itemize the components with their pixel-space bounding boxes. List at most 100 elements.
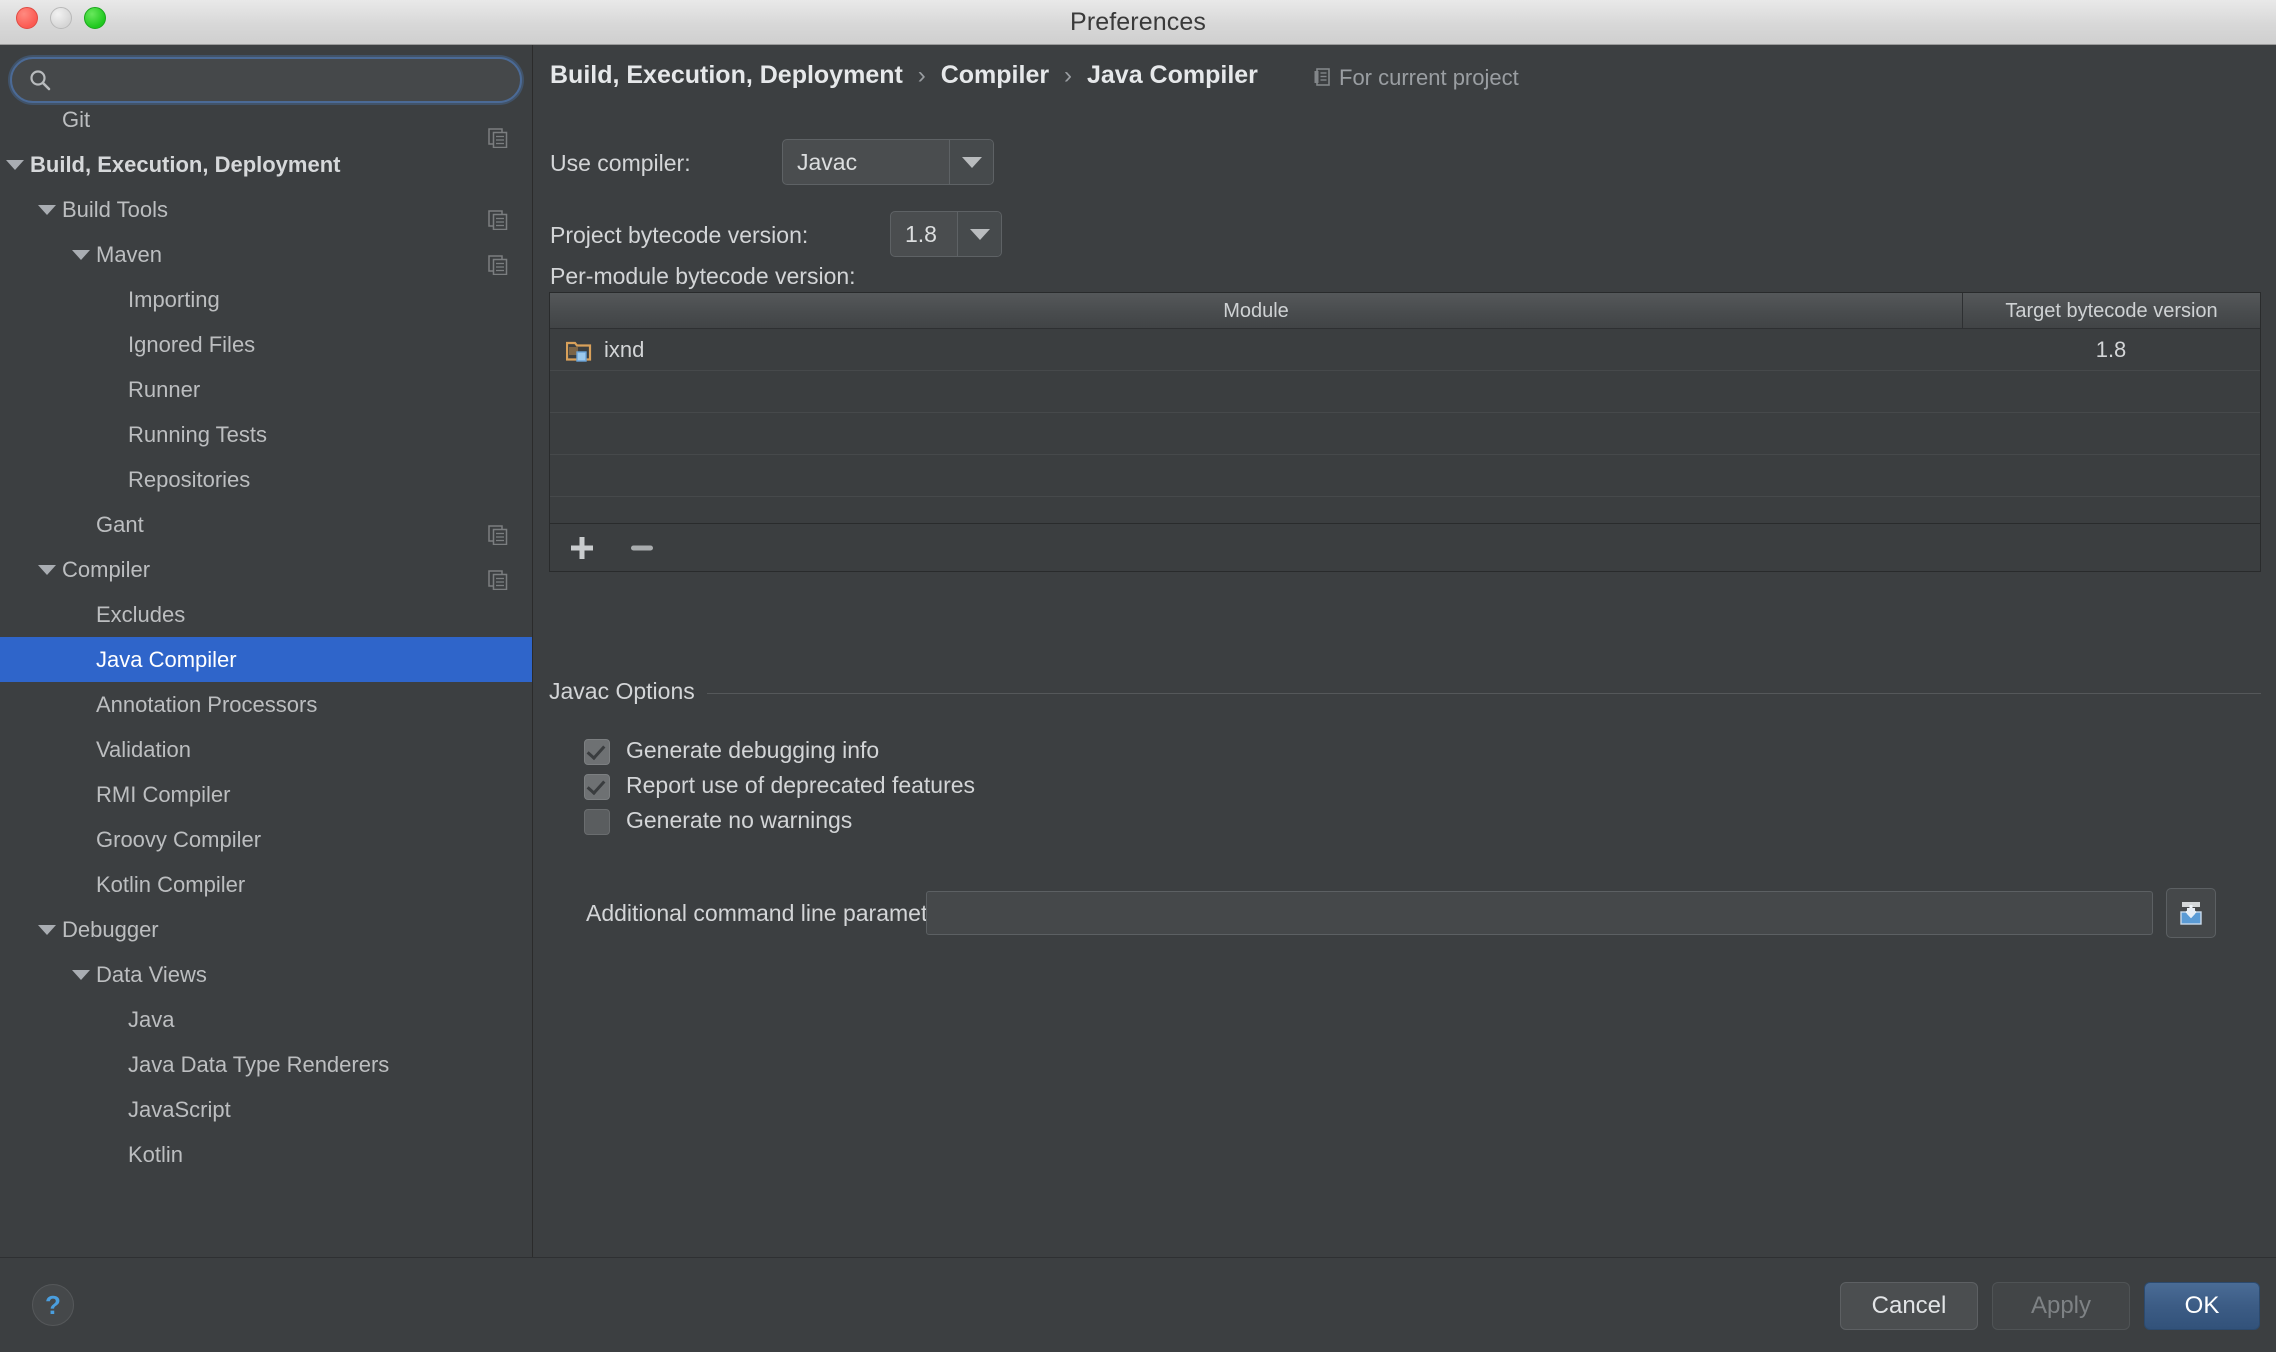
- per-module-table: Module Target bytecode version ixnd 1.8: [549, 292, 2261, 524]
- sidebar-item-java[interactable]: Java: [0, 997, 532, 1042]
- use-compiler-dropdown[interactable]: Javac: [782, 139, 994, 185]
- checkbox-generate-debugging-info-box[interactable]: [584, 739, 610, 765]
- ok-button[interactable]: OK: [2144, 1282, 2260, 1330]
- settings-sidebar: Git Build, Execution, Deployment Build Too…: [0, 45, 533, 1257]
- sidebar-item-label: Kotlin Compiler: [96, 872, 246, 897]
- sidebar-item-git[interactable]: Git: [0, 107, 532, 149]
- sidebar-item-kotlin-compiler[interactable]: Kotlin Compiler: [0, 862, 532, 907]
- sidebar-item-debugger[interactable]: Debugger: [0, 907, 532, 952]
- chevron-down-icon[interactable]: [72, 970, 90, 980]
- per-module-table-header: Module Target bytecode version: [550, 293, 2260, 329]
- sidebar-item-label: Running Tests: [128, 422, 268, 447]
- project-scope-label: For current project: [1339, 65, 1519, 90]
- sidebar-item-label: RMI Compiler: [96, 782, 231, 807]
- use-compiler-label: Use compiler:: [550, 150, 691, 176]
- table-empty-row: [550, 455, 2260, 497]
- sidebar-item-label: Excludes: [96, 602, 186, 627]
- breadcrumb-part-3: Java Compiler: [1087, 61, 1258, 89]
- window-title: Preferences: [1070, 8, 1206, 36]
- sidebar-item-label: Debugger: [62, 917, 159, 942]
- sidebar-item-importing[interactable]: Importing: [0, 277, 532, 322]
- sidebar-item-maven[interactable]: Maven: [0, 232, 532, 277]
- sidebar-item-javascript[interactable]: JavaScript: [0, 1087, 532, 1132]
- apply-button[interactable]: Apply: [1992, 1282, 2130, 1330]
- sidebar-item-compiler[interactable]: Compiler: [0, 547, 532, 592]
- per-module-table-body: ixnd 1.8: [550, 329, 2260, 523]
- sidebar-item-running-tests[interactable]: Running Tests: [0, 412, 532, 457]
- table-empty-row: [550, 413, 2260, 455]
- sidebar-item-label: Build Tools: [62, 197, 168, 222]
- sidebar-item-java-data-type-renderers[interactable]: Java Data Type Renderers: [0, 1042, 532, 1087]
- checkbox-report-deprecated-label: Report use of deprecated features: [626, 772, 976, 798]
- copy-settings-icon[interactable]: [488, 560, 508, 591]
- per-module-table-toolbar: [549, 524, 2261, 572]
- table-row[interactable]: ixnd 1.8: [550, 329, 2260, 371]
- sidebar-item-label: Annotation Processors: [96, 692, 318, 717]
- copy-settings-icon[interactable]: [488, 245, 508, 276]
- sidebar-item-annotation-processors[interactable]: Annotation Processors: [0, 682, 532, 727]
- sidebar-item-runner[interactable]: Runner: [0, 367, 532, 412]
- chevron-down-icon[interactable]: [6, 160, 24, 170]
- sidebar-item-label: Data Views: [96, 962, 207, 987]
- chevron-down-icon[interactable]: [38, 925, 56, 935]
- sidebar-item-validation[interactable]: Validation: [0, 727, 532, 772]
- table-cell-target-bytecode-version[interactable]: 1.8: [1962, 329, 2260, 371]
- checkbox-report-deprecated-box[interactable]: [584, 774, 610, 800]
- per-module-label: Per-module bytecode version:: [550, 263, 856, 289]
- copy-settings-icon[interactable]: [488, 515, 508, 546]
- use-compiler-chevron-down-icon[interactable]: [949, 140, 993, 184]
- checkbox-generate-no-warnings-box[interactable]: [584, 809, 610, 835]
- sidebar-item-ignored-files[interactable]: Ignored Files: [0, 322, 532, 367]
- column-header-module[interactable]: Module: [550, 293, 1962, 329]
- use-compiler-value: Javac: [797, 148, 858, 175]
- search-input[interactable]: [62, 63, 502, 95]
- remove-module-button[interactable]: [626, 532, 658, 564]
- breadcrumb-separator-1: ›: [917, 62, 926, 89]
- sidebar-item-rmi-compiler[interactable]: RMI Compiler: [0, 772, 532, 817]
- sidebar-item-label: Validation: [96, 737, 191, 762]
- add-module-button[interactable]: [566, 532, 598, 564]
- sidebar-item-java-compiler[interactable]: Java Compiler: [0, 637, 532, 682]
- project-scope-icon: [1313, 67, 1332, 87]
- sidebar-item-label: Java Compiler: [96, 647, 237, 672]
- sidebar-item-build-execution-deployment[interactable]: Build, Execution, Deployment: [0, 142, 532, 187]
- table-cell-module: ixnd: [604, 337, 645, 362]
- sidebar-item-build-tools[interactable]: Build Tools: [0, 187, 532, 232]
- copy-settings-icon[interactable]: [488, 200, 508, 231]
- cancel-button[interactable]: Cancel: [1840, 1282, 1978, 1330]
- sidebar-item-label: Kotlin: [128, 1142, 184, 1167]
- project-bytecode-dropdown[interactable]: 1.8: [890, 211, 1002, 257]
- sidebar-item-label: Repositories: [128, 467, 251, 492]
- help-button[interactable]: ?: [32, 1284, 74, 1326]
- column-header-target-bytecode-version[interactable]: Target bytecode version: [1962, 293, 2260, 329]
- settings-tree: Git Build, Execution, Deployment Build Too…: [0, 107, 532, 1257]
- chevron-down-icon[interactable]: [38, 205, 56, 215]
- additional-params-label: Additional command line parameters:: [586, 900, 966, 926]
- sidebar-item-label: Git: [62, 107, 91, 132]
- sidebar-item-label: JavaScript: [128, 1097, 231, 1122]
- search-icon: [28, 68, 52, 92]
- chevron-down-icon[interactable]: [38, 565, 56, 575]
- dialog-button-bar: ? Cancel Apply OK: [0, 1257, 2276, 1352]
- preferences-window: Preferences Git Build, Execution, Deploym…: [0, 0, 2276, 1352]
- additional-params-input[interactable]: [926, 891, 2153, 935]
- sidebar-item-gant[interactable]: Gant: [0, 502, 532, 547]
- breadcrumb: Build, Execution, Deployment › Compiler …: [550, 61, 1258, 90]
- breadcrumb-part-2[interactable]: Compiler: [941, 61, 1049, 89]
- sidebar-item-groovy-compiler[interactable]: Groovy Compiler: [0, 817, 532, 862]
- project-bytecode-chevron-down-icon[interactable]: [957, 212, 1001, 256]
- sidebar-item-label: Compiler: [62, 557, 151, 582]
- sidebar-item-label: Java: [128, 1007, 175, 1032]
- search-field[interactable]: [10, 57, 522, 103]
- chevron-down-icon[interactable]: [72, 250, 90, 260]
- window-titlebar: Preferences: [0, 0, 2276, 45]
- additional-params-expand-button[interactable]: [2166, 888, 2216, 938]
- sidebar-item-label: Runner: [128, 377, 201, 402]
- sidebar-item-label: Java Data Type Renderers: [128, 1052, 390, 1077]
- sidebar-item-label: Ignored Files: [128, 332, 256, 357]
- sidebar-item-repositories[interactable]: Repositories: [0, 457, 532, 502]
- breadcrumb-part-1[interactable]: Build, Execution, Deployment: [550, 61, 903, 89]
- sidebar-item-excludes[interactable]: Excludes: [0, 592, 532, 637]
- sidebar-item-kotlin[interactable]: Kotlin: [0, 1132, 532, 1177]
- sidebar-item-data-views[interactable]: Data Views: [0, 952, 532, 997]
